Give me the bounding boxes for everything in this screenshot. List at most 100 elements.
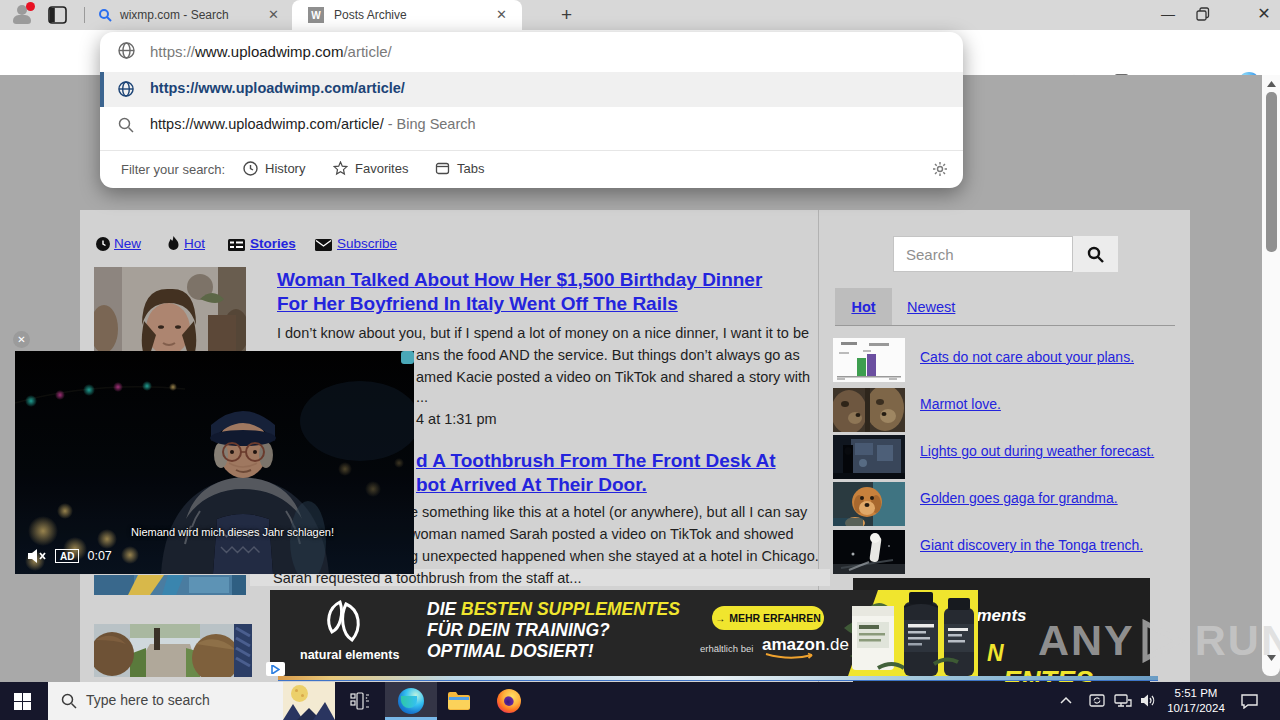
tab-title: wixmp.com - Search bbox=[120, 8, 229, 22]
article-title-link[interactable]: bot Arrived At Their Door. bbox=[416, 473, 647, 497]
scrollbar-up-icon[interactable] bbox=[1267, 81, 1276, 87]
brand-name: natural elements bbox=[300, 648, 399, 662]
firefox-icon[interactable] bbox=[497, 689, 521, 713]
filter-history[interactable]: History bbox=[243, 161, 305, 176]
sidebar-search-input[interactable]: Search bbox=[893, 236, 1073, 272]
window-close-button[interactable]: ✕ bbox=[1246, 0, 1280, 30]
search-icon bbox=[118, 117, 134, 133]
tray-chevron-up-icon[interactable] bbox=[1060, 696, 1072, 704]
video-corner-icon[interactable] bbox=[401, 351, 414, 364]
subscribe-icon bbox=[315, 239, 332, 251]
tab-label: Hot bbox=[851, 299, 875, 315]
search-suffix: - Bing Search bbox=[384, 116, 476, 132]
dropdown-settings-gear-icon[interactable] bbox=[932, 161, 948, 177]
filter-tabs[interactable]: Tabs bbox=[435, 161, 484, 176]
suggestion-search-text: https://www.uploadwimp.com/article/ - Bi… bbox=[150, 116, 476, 132]
sidebar-tab-hot[interactable]: Hot bbox=[835, 288, 892, 325]
suggestion-url[interactable]: https://www.uploadwimp.com/article/ bbox=[100, 72, 963, 107]
article-title-link[interactable]: d A Toothbrush From The Front Desk At bbox=[416, 449, 776, 473]
star-icon bbox=[333, 161, 348, 176]
search-favicon-icon bbox=[98, 8, 112, 22]
banner-ad[interactable]: natural elements DIE BESTEN SUPPLEMENTES… bbox=[270, 590, 978, 676]
sidebar-thumb-lights[interactable] bbox=[833, 435, 905, 479]
tab-title: Posts Archive bbox=[334, 8, 407, 22]
filter-favorites[interactable]: Favorites bbox=[333, 161, 408, 176]
action-center-icon[interactable] bbox=[1240, 693, 1259, 709]
article-title-link[interactable]: Woman Talked About How Her $1,500 Birthd… bbox=[277, 268, 792, 316]
new-icon bbox=[96, 237, 110, 251]
nav-subscribe[interactable]: Subscribe bbox=[337, 236, 397, 251]
article-body-line: ... bbox=[416, 389, 428, 405]
sidebar-item-link[interactable]: Lights go out during weather forecast. bbox=[920, 443, 1154, 459]
tab-wixmp[interactable]: wixmp.com - Search ✕ bbox=[86, 0, 290, 30]
tray-network-icon[interactable] bbox=[1114, 694, 1132, 708]
nav-hot[interactable]: Hot bbox=[184, 236, 205, 251]
article-body-line: woman named Sarah posted a video on TikT… bbox=[410, 526, 794, 542]
article-thumbnail[interactable] bbox=[94, 575, 246, 595]
new-tab-button[interactable]: + bbox=[561, 4, 572, 26]
search-query: https://www.uploadwimp.com/article/ bbox=[150, 116, 384, 132]
scrollbar-thumb[interactable] bbox=[1266, 92, 1277, 252]
tab-divider bbox=[84, 7, 85, 23]
video-caption: Niemand wird mich dieses Jahr schlagen! bbox=[131, 526, 334, 538]
article-meta: 4 at 1:31 pm bbox=[416, 411, 497, 427]
sidebar-thumb-trench[interactable] bbox=[833, 530, 905, 574]
nav-new[interactable]: New bbox=[114, 236, 141, 251]
article-body-line: amed Kacie posted a video on TikTok and … bbox=[416, 369, 810, 385]
address-input[interactable]: https://www.uploadwimp.com/article/ bbox=[150, 43, 392, 60]
url-host: www.uploadwimp.com bbox=[195, 43, 343, 60]
task-view-button[interactable] bbox=[349, 690, 371, 712]
sidebar-thumb-cats[interactable] bbox=[833, 338, 905, 382]
sidebar-search-button[interactable] bbox=[1073, 236, 1118, 272]
profile-avatar[interactable] bbox=[9, 3, 35, 27]
tray-time: 5:51 PM bbox=[1163, 686, 1229, 701]
sidebar-item-link[interactable]: Giant discovery in the Tonga trench. bbox=[920, 537, 1143, 553]
sidebar-thumb-golden[interactable] bbox=[833, 482, 905, 526]
ad-badge: AD bbox=[55, 549, 79, 563]
sidebar-item-link[interactable]: Cats do not care about your plans. bbox=[920, 349, 1134, 365]
filter-option-label: Favorites bbox=[355, 161, 408, 176]
video-close-button[interactable]: ✕ bbox=[13, 331, 30, 348]
sidebar-tab-newest[interactable]: Newest bbox=[907, 299, 955, 315]
site-favicon-icon: W bbox=[308, 7, 324, 23]
nav-stories[interactable]: Stories bbox=[250, 236, 296, 251]
edge-taskbar-button[interactable] bbox=[385, 682, 437, 720]
suggestion-search[interactable]: https://www.uploadwimp.com/article/ - Bi… bbox=[100, 107, 963, 143]
search-icon bbox=[1087, 246, 1104, 263]
article-thumbnail[interactable] bbox=[94, 624, 252, 677]
tab-posts-archive[interactable]: W Posts Archive ✕ bbox=[292, 0, 522, 30]
start-button[interactable] bbox=[14, 693, 31, 710]
window-minimize-button[interactable]: — bbox=[1150, 0, 1186, 30]
sidebar-item-link[interactable]: Marmot love. bbox=[920, 396, 1001, 412]
sidebar-item-link[interactable]: Golden goes gaga for grandma. bbox=[920, 490, 1118, 506]
filter-option-label: History bbox=[265, 161, 305, 176]
ad-headline-line2: FÜR DEIN TRAINING? bbox=[427, 620, 610, 640]
article-body-line: I don’t know about you, but if I spend a… bbox=[277, 325, 809, 341]
tray-sync-display-icon[interactable] bbox=[1088, 693, 1106, 709]
video-frame bbox=[15, 351, 414, 574]
video-controls: AD 0:07 bbox=[27, 548, 112, 564]
video-ad-overlay[interactable]: Niemand wird mich dieses Jahr schlagen! … bbox=[15, 351, 414, 574]
workspaces-icon[interactable] bbox=[48, 6, 67, 24]
search-icon bbox=[61, 693, 77, 709]
muted-speaker-icon[interactable] bbox=[27, 548, 47, 564]
screen: { "browser": { "tabs": [ {"title": "wixm… bbox=[0, 0, 1280, 720]
tray-volume-icon[interactable] bbox=[1140, 693, 1157, 708]
taskbar-search-box[interactable]: Type here to search bbox=[48, 682, 335, 720]
tab-close-icon[interactable]: ✕ bbox=[268, 7, 279, 22]
tab-strip: wixmp.com - Search ✕ W Posts Archive ✕ +… bbox=[0, 0, 1280, 30]
history-icon bbox=[243, 161, 258, 176]
amazon-smile-icon bbox=[764, 652, 822, 660]
cta-button[interactable]: → MEHR ERFAHREN bbox=[712, 606, 824, 630]
search-highlight-image[interactable] bbox=[283, 682, 335, 720]
anyrun-watermark: ANY RUN bbox=[1038, 616, 1280, 665]
suggestion-url-text: https://www.uploadwimp.com/article/ bbox=[150, 80, 405, 96]
tab-close-icon[interactable]: ✕ bbox=[496, 7, 507, 22]
clock[interactable]: 5:51 PM 10/17/2024 bbox=[1163, 686, 1229, 716]
adchoices-icon[interactable] bbox=[266, 662, 285, 676]
avatar-body bbox=[13, 15, 31, 24]
window-restore-button[interactable] bbox=[1196, 7, 1210, 21]
sidebar-thumb-marmot[interactable] bbox=[833, 388, 905, 432]
tabs-icon bbox=[435, 161, 450, 176]
file-explorer-icon[interactable] bbox=[447, 691, 471, 711]
